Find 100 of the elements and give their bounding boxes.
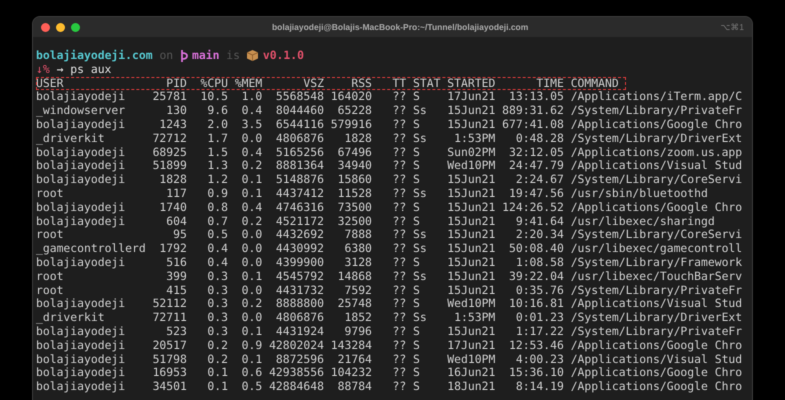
table-cell-text: S [413,146,421,160]
table-cell-text: ?? [391,90,406,104]
table-cell-text: 6544116 [274,118,324,132]
table-cell-text: 3128 [343,256,372,270]
table-cell-text: bolajiayodeji [36,173,126,187]
table-cell-text: 12:53.46 [508,338,564,353]
table-cell-text: root [36,270,64,284]
table-cell-text: 0.5 [240,380,262,394]
table-cell-text: 1.2 [206,173,228,187]
table-cell-text: 0.1 [240,324,262,339]
table-cell-text: 4430992 [274,242,324,256]
table-cell-text: Ss [413,270,428,284]
table-cell-text: 0.3 [206,297,228,312]
table-cell: 16953 [152,366,187,380]
maximize-button[interactable] [71,22,80,32]
table-cell-text: S [413,352,421,366]
table-cell-text: root [36,186,64,201]
table-cell-text: 0.0 [240,311,262,325]
table-cell-text: ?? [391,228,406,242]
table-cell-text: 0.2 [206,352,228,366]
table-cell-text: 21764 [336,352,372,366]
table-cell-text: bolajiayodeji [36,90,126,104]
table-cell-text: _driverkit [36,132,106,146]
table-cell: 124:26.52 [502,200,564,215]
table-cell-text: /System/Library/CoreServi [570,173,744,187]
table-cell-text: 2.0 [206,118,228,132]
table-cell-text: Ss [413,242,428,256]
table-cell-text: 0.4 [240,146,262,160]
prompt-host: bolajiayodeji.com [36,49,153,63]
table-cell-text: ?? [391,214,406,228]
table-cell-text: 0.4 [240,200,262,215]
table-cell-text: 9:41.64 [514,214,564,228]
minimize-button[interactable] [56,22,65,32]
window-title: bolajiayodeji@Bolajis-MacBook-Pro:~/Tunnel/bolajiayodeji.com [270,22,530,32]
table-cell-text: 34940 [336,159,372,174]
table-cell-text: 5165256 [274,146,324,160]
table-cell: 164020 [330,90,372,104]
table-cell-text: Ss [413,104,428,118]
table-cell-text: Ss [413,311,428,325]
table-cell: 15Jun21 [447,104,496,118]
git-branch-icon [180,50,189,62]
table-cell-text: 10.5 [200,90,228,104]
table-cell-text: 0.0 [240,242,262,256]
table-cell-text: /System/Library/Framework [570,256,744,270]
table-cell-text: 4437412 [274,186,324,201]
table-cell-text: 0.5 [206,228,228,242]
table-cell-text: 523 [165,324,187,339]
column-header: %CPU [200,76,228,90]
table-cell-text: /System/Library/DriverExt [570,311,744,325]
table-cell: 15Jun21 [447,228,496,242]
table-cell-text: 0.9 [206,186,228,201]
table-cell-text: 516 [165,256,187,270]
table-cell-text: /Applications/Google Chro [570,200,744,215]
table-cell-text: 0.9 [240,338,262,353]
table-cell-text: 0.6 [240,366,262,380]
table-cell-text: /Applications/Google Chro [570,338,744,353]
table-cell-text: 1828 [158,173,187,187]
table-cell-text: 19:47.56 [508,186,564,201]
table-cell-text: S [413,366,421,380]
table-cell: Wed10PM [447,297,496,312]
table-cell: 25781 [152,90,187,104]
table-cell: 52112 [152,297,187,312]
close-button[interactable] [41,22,50,32]
table-cell: Wed10PM [447,352,496,366]
table-cell: 20517 [152,338,187,353]
table-cell-text: 5568548 [274,90,324,104]
table-cell-text: /Applications/Visual Stud [570,297,744,312]
table-cell-text: 0.4 [206,256,228,270]
table-cell: Sun02PM [447,146,496,160]
table-cell-text: 24:47.79 [508,159,564,174]
table-cell-text: S [413,90,421,104]
table-cell-text: _driverkit [36,311,106,325]
table-cell: 51899 [152,159,187,174]
table-cell: 42938556 [269,366,324,380]
table-cell-text: 9796 [343,324,372,339]
table-cell-text: 1243 [158,118,187,132]
table-cell-text: 4431732 [274,284,324,298]
table-cell-text: bolajiayodeji [36,338,126,353]
table-cell-text: 0.7 [206,214,228,228]
column-header: STARTED [447,76,496,90]
table-cell-text: ?? [391,159,406,174]
table-cell-text: /usr/sbin/bluetoothd [570,186,709,201]
table-cell-text: 4521172 [274,214,324,228]
table-cell-text: bolajiayodeji [36,146,126,160]
table-cell-text: 130 [165,104,187,118]
table-cell-text: 11528 [336,186,372,201]
table-cell-text: bolajiayodeji [36,366,126,380]
table-cell-text: 4806876 [274,132,324,146]
table-cell-text: bolajiayodeji [36,297,126,312]
table-cell-text: 0.2 [240,159,262,174]
exit-status: ↓% [36,62,50,77]
column-header: VSZ [302,76,324,90]
table-cell-text: 0.1 [206,380,228,394]
table-cell-text: 1828 [343,132,372,146]
table-cell-text: 6380 [343,242,372,256]
table-cell-text: /Applications/Google Chro [570,380,744,394]
table-cell: 15Jun21 [447,324,496,339]
table-cell: 15Jun21 [447,173,496,187]
table-cell-text: ?? [391,366,406,380]
table-cell-text: /System/Library/PrivateFr [570,104,744,118]
